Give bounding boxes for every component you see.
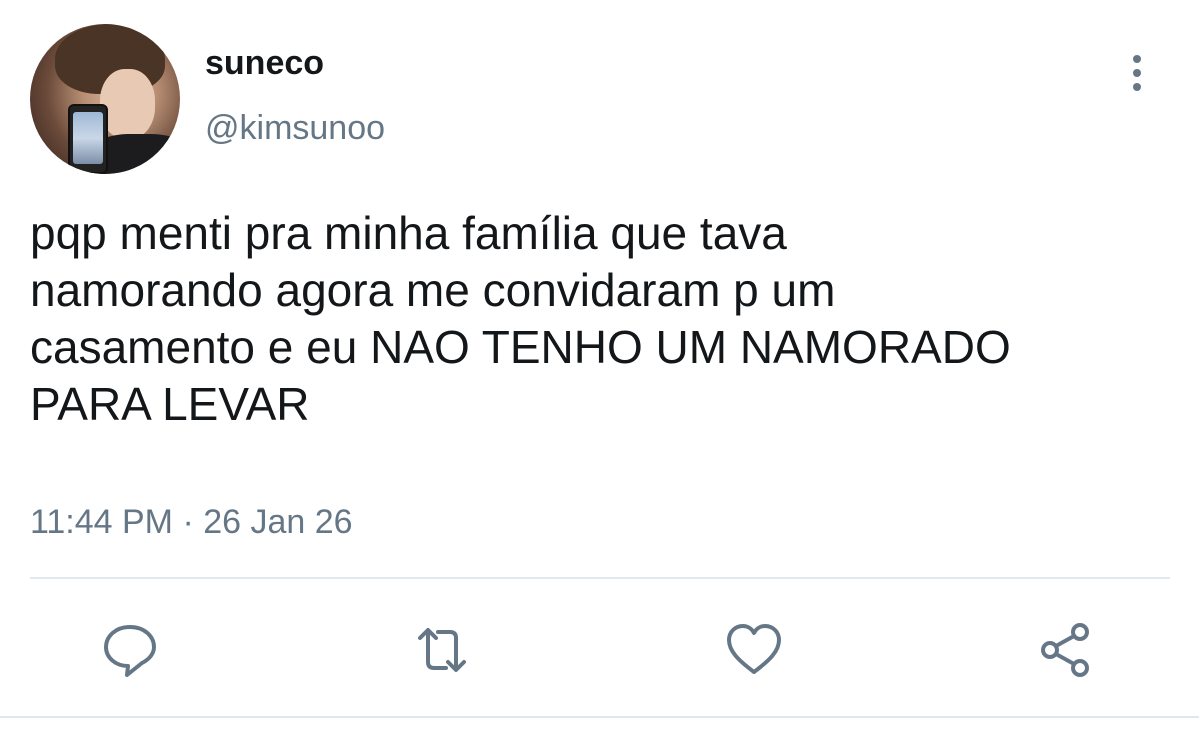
divider bbox=[30, 577, 1170, 579]
more-vertical-icon bbox=[1133, 55, 1141, 91]
heart-icon bbox=[727, 624, 781, 674]
reply-button[interactable] bbox=[100, 620, 160, 680]
like-button[interactable] bbox=[724, 620, 784, 680]
user-handle[interactable]: @kimsunoo bbox=[205, 108, 385, 148]
share-button[interactable] bbox=[1036, 620, 1096, 680]
avatar-phone-screen bbox=[73, 112, 103, 164]
tweet-timestamp[interactable]: 11:44 PM · 26 Jan 26 bbox=[30, 500, 353, 544]
retweet-icon bbox=[418, 628, 466, 672]
avatar[interactable] bbox=[30, 24, 180, 174]
share-icon bbox=[1041, 623, 1089, 677]
display-name[interactable]: suneco bbox=[205, 43, 324, 83]
tweet-text: pqp menti pra minha família que tava nam… bbox=[30, 207, 1011, 430]
retweet-button[interactable] bbox=[412, 620, 472, 680]
avatar-face bbox=[100, 69, 155, 139]
tweet-card: suneco @kimsunoo pqp menti pra minha fam… bbox=[0, 0, 1199, 737]
reply-icon bbox=[104, 625, 156, 677]
more-options-button[interactable] bbox=[1118, 52, 1156, 94]
divider-bottom bbox=[0, 716, 1199, 718]
avatar-phone bbox=[68, 104, 108, 174]
